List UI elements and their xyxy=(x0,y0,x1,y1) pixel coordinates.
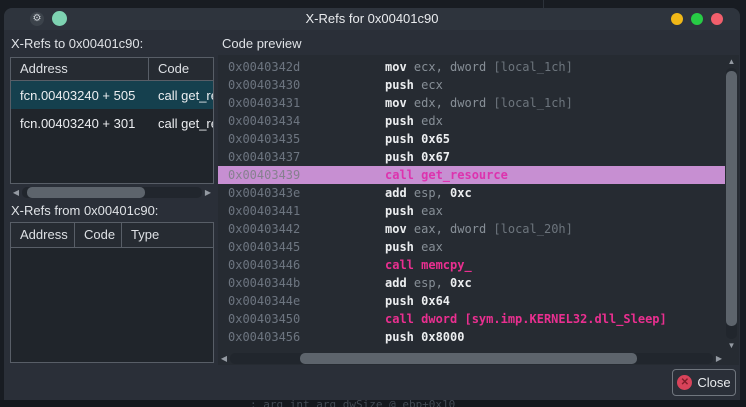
instruction-address: 0x00403435 xyxy=(228,130,385,148)
code-line: 0x00403431mov edx, dword [local_1ch] xyxy=(218,94,725,112)
instruction-text: mov edx, dword [local_1ch] xyxy=(385,96,573,110)
scroll-right-icon[interactable]: ▶ xyxy=(713,352,725,365)
xrefs-to-table: Address Code fcn.00403240 + 505call get_… xyxy=(10,57,214,184)
xref-code: call get_res xyxy=(149,116,213,131)
background-window-bottom: ; arg int arg_dwSize @ ebp+0x10 xyxy=(0,400,746,407)
code-line: 0x00403434push edx xyxy=(218,112,725,130)
scrollbar-track[interactable] xyxy=(22,187,202,198)
background-window-top xyxy=(0,0,746,8)
instruction-text: mov ecx, dword [local_1ch] xyxy=(385,60,573,74)
minimize-button[interactable] xyxy=(671,13,683,25)
column-header-address[interactable]: Address xyxy=(11,223,75,247)
titlebar[interactable]: ⚙ X-Refs for 0x00401c90 xyxy=(4,8,740,30)
code-line: 0x00403446call memcpy_ xyxy=(218,256,725,274)
column-header-code[interactable]: Code xyxy=(75,223,122,247)
scrollbar-track[interactable] xyxy=(230,353,713,364)
scroll-left-icon[interactable]: ◀ xyxy=(10,186,22,199)
scrollbar-thumb[interactable] xyxy=(27,187,145,198)
instruction-address: 0x00403430 xyxy=(228,76,385,94)
column-header-code[interactable]: Code xyxy=(149,58,213,80)
instruction-text: add esp, 0xc xyxy=(385,276,472,290)
instruction-text: push ecx xyxy=(385,78,443,92)
code-line: 0x00403445push eax xyxy=(218,238,725,256)
instruction-address: 0x00403456 xyxy=(228,328,385,346)
scroll-right-icon[interactable]: ▶ xyxy=(202,186,214,199)
instruction-address: 0x0040343e xyxy=(228,184,385,202)
scroll-down-icon[interactable]: ▼ xyxy=(725,339,738,352)
instruction-text: call memcpy_ xyxy=(385,258,472,272)
close-button[interactable]: ✕ Close xyxy=(672,369,736,396)
code-line: 0x0040344epush 0x64 xyxy=(218,292,725,310)
instruction-address: 0x00403434 xyxy=(228,112,385,130)
xref-row[interactable]: fcn.00403240 + 505call get_res xyxy=(11,81,213,109)
column-header-address[interactable]: Address xyxy=(11,58,149,80)
xrefs-to-header: Address Code xyxy=(11,58,213,81)
code-lines: 0x0040342dmov ecx, dword [local_1ch]0x00… xyxy=(218,58,725,346)
instruction-text: push eax xyxy=(385,204,443,218)
xrefs-from-header: Address Code Type xyxy=(11,223,213,248)
xrefs-from-label: X-Refs from 0x00401c90: xyxy=(11,203,158,218)
instruction-address: 0x00403441 xyxy=(228,202,385,220)
instruction-address: 0x00403431 xyxy=(228,94,385,112)
instruction-address: 0x0040342d xyxy=(228,58,385,76)
scroll-up-icon[interactable]: ▲ xyxy=(725,55,738,68)
code-vscrollbar[interactable]: ▲ ▼ xyxy=(725,55,738,352)
scrollbar-track[interactable] xyxy=(726,68,737,339)
instruction-text: push 0x67 xyxy=(385,150,450,164)
code-line: 0x00403437push 0x67 xyxy=(218,148,725,166)
instruction-text: push 0x64 xyxy=(385,294,450,308)
xrefs-dialog: ⚙ X-Refs for 0x00401c90 X-Refs to 0x0040… xyxy=(4,8,740,400)
xref-address: fcn.00403240 + 505 xyxy=(11,88,149,103)
instruction-text: call get_resource xyxy=(385,168,508,182)
xref-row[interactable]: fcn.00403240 + 301call get_res xyxy=(11,109,213,137)
scrollbar-thumb[interactable] xyxy=(300,353,637,364)
instruction-address: 0x00403446 xyxy=(228,256,385,274)
column-header-type[interactable]: Type xyxy=(122,223,213,247)
instruction-text: add esp, 0xc xyxy=(385,186,472,200)
xref-address: fcn.00403240 + 301 xyxy=(11,116,149,131)
scrollbar-thumb[interactable] xyxy=(726,71,737,326)
maximize-button[interactable] xyxy=(691,13,703,25)
code-hscrollbar[interactable]: ◀ ▶ xyxy=(218,352,725,365)
scroll-left-icon[interactable]: ◀ xyxy=(218,352,230,365)
instruction-address: 0x00403450 xyxy=(228,310,385,328)
code-line: 0x0040344badd esp, 0xc xyxy=(218,274,725,292)
instruction-text: mov eax, dword [local_20h] xyxy=(385,222,573,236)
code-preview-label: Code preview xyxy=(222,36,302,51)
window-close-button[interactable] xyxy=(711,13,723,25)
instruction-address: 0x0040344b xyxy=(228,274,385,292)
instruction-text: push 0x8000 xyxy=(385,330,464,344)
instruction-address: 0x00403437 xyxy=(228,148,385,166)
code-line: 0x00403435push 0x65 xyxy=(218,130,725,148)
background-panel-divider xyxy=(543,0,544,8)
code-preview-panel: 0x0040342dmov ecx, dword [local_1ch]0x00… xyxy=(218,55,739,365)
instruction-address: 0x00403445 xyxy=(228,238,385,256)
code-line: 0x0040342dmov ecx, dword [local_1ch] xyxy=(218,58,725,76)
instruction-text: push eax xyxy=(385,240,443,254)
xrefs-to-body: fcn.00403240 + 505call get_resfcn.004032… xyxy=(11,81,213,137)
close-icon: ✕ xyxy=(677,375,692,390)
window-title: X-Refs for 0x00401c90 xyxy=(4,11,740,26)
instruction-address: 0x00403439 xyxy=(228,166,385,184)
xrefs-to-label: X-Refs to 0x00401c90: xyxy=(11,36,143,51)
instruction-text: push edx xyxy=(385,114,443,128)
code-line: 0x00403456push 0x8000 xyxy=(218,328,725,346)
instruction-text: call dword [sym.imp.KERNEL32.dll_Sleep] xyxy=(385,312,667,326)
background-code-text: ; arg int arg_dwSize @ ebp+0x10 xyxy=(250,400,455,407)
code-line: 0x00403442mov eax, dword [local_20h] xyxy=(218,220,725,238)
code-line: 0x00403441push eax xyxy=(218,202,725,220)
close-button-label: Close xyxy=(697,375,730,390)
instruction-address: 0x00403442 xyxy=(228,220,385,238)
instruction-address: 0x0040344e xyxy=(228,292,385,310)
code-line-highlighted: 0x00403439call get_resource xyxy=(218,166,725,184)
xref-code: call get_res xyxy=(149,88,213,103)
code-line: 0x00403450call dword [sym.imp.KERNEL32.d… xyxy=(218,310,725,328)
xrefs-from-table: Address Code Type xyxy=(10,222,214,363)
xrefs-to-hscrollbar[interactable]: ◀ ▶ xyxy=(10,186,214,199)
code-line: 0x00403430push ecx xyxy=(218,76,725,94)
code-line: 0x0040343eadd esp, 0xc xyxy=(218,184,725,202)
instruction-text: push 0x65 xyxy=(385,132,450,146)
